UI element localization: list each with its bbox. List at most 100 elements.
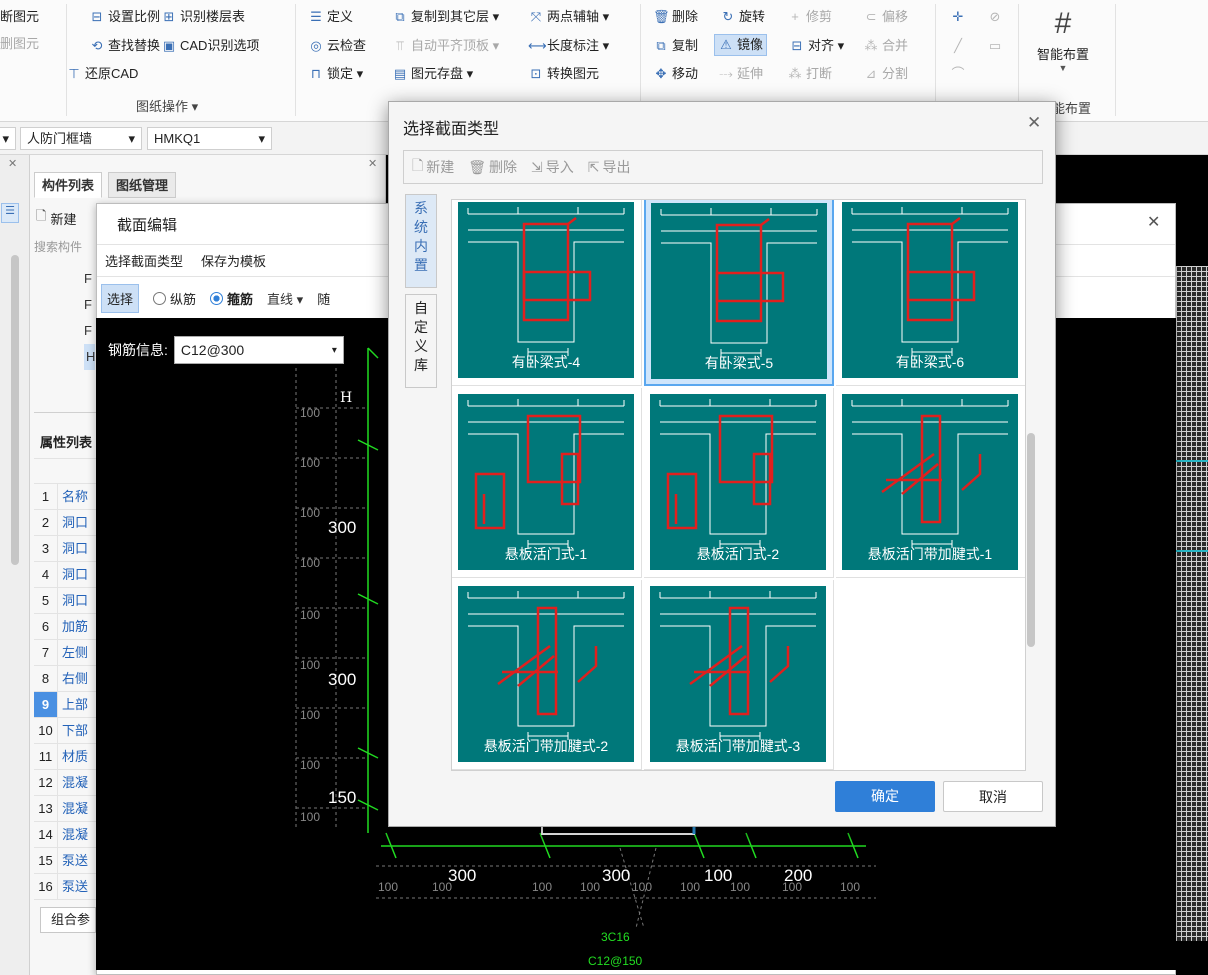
- rect-draw-button[interactable]: ▭: [987, 35, 1003, 57]
- list-view-icon[interactable]: ☰: [1, 203, 19, 223]
- group-label-drawing-ops[interactable]: 图纸操作 ▾: [136, 96, 198, 115]
- restore-cad-button[interactable]: ⊤ 还原CAD: [66, 63, 138, 85]
- line-tool-dropdown[interactable]: 直线 ▾: [267, 289, 303, 308]
- tab-drawing-manage[interactable]: 图纸管理: [108, 172, 177, 198]
- section-type-item[interactable]: 有卧梁式-4: [452, 200, 642, 386]
- cad-options-button[interactable]: ▣ CAD识别选项: [161, 35, 260, 57]
- break-button[interactable]: ⁂ 打断: [787, 63, 833, 85]
- merge-button[interactable]: ⁂ 合并: [863, 35, 909, 57]
- menu-save-template[interactable]: 保存为模板: [201, 245, 266, 276]
- list-item[interactable]: F: [84, 266, 95, 292]
- delete-button[interactable]: 🗑 删除: [468, 157, 517, 177]
- trim-button[interactable]: + 修剪: [787, 6, 832, 28]
- select-tool-button[interactable]: 选择: [101, 284, 140, 313]
- convert-element-button[interactable]: ⊡ 转换图元: [528, 63, 599, 85]
- export-button[interactable]: ⇱ 导出: [588, 157, 631, 177]
- stirrup-radio[interactable]: 箍筋: [210, 289, 253, 308]
- section-type-item[interactable]: 悬板活门带加腱式-2: [452, 580, 642, 770]
- section-type-item[interactable]: 有卧梁式-5: [644, 200, 834, 386]
- combine-params-button[interactable]: 组合参: [40, 907, 96, 933]
- length-dimension-button[interactable]: ⟷ 长度标注 ▾: [528, 35, 609, 57]
- property-row-label: 材质: [62, 749, 89, 764]
- ribbon-item-disconnect[interactable]: 断图元: [0, 6, 39, 28]
- align-button[interactable]: ⊟ 对齐 ▾: [789, 35, 845, 57]
- smart-layout-button[interactable]: # 智能布置 ▼: [1034, 4, 1092, 84]
- ribbon-item-delete-elem[interactable]: 删图元: [0, 33, 39, 55]
- chevron-down-icon: ▼: [1058, 63, 1068, 73]
- define-button[interactable]: ☰ 定义: [308, 6, 353, 28]
- rebar-info-input[interactable]: C12@300 ▾: [173, 336, 344, 364]
- longitudinal-radio[interactable]: 纵筋: [153, 289, 196, 308]
- section-type-item[interactable]: 悬板活门带加腱式-1: [836, 388, 1025, 578]
- copy-to-floor-button[interactable]: ⧉ 复制到其它层 ▾: [392, 6, 499, 28]
- section-type-item[interactable]: 悬板活门式-1: [452, 388, 642, 578]
- property-row[interactable]: 3 洞口: [34, 536, 96, 562]
- split-button[interactable]: ⊿ 分割: [863, 63, 908, 85]
- property-row[interactable]: 12 混凝: [34, 770, 96, 796]
- property-row-label: 洞口: [62, 541, 89, 556]
- close-icon[interactable]: ✕: [8, 157, 17, 170]
- tab-component-list[interactable]: 构件列表: [34, 172, 103, 198]
- circle-button[interactable]: ⊘: [987, 6, 1003, 28]
- property-row[interactable]: 10 下部: [34, 718, 96, 744]
- cad-icon: ▣: [162, 38, 176, 53]
- component-dropdown[interactable]: HMKQ1 ▾: [147, 127, 272, 150]
- rotate-button[interactable]: ↻ 旋转: [720, 6, 765, 28]
- tab-system-builtin[interactable]: 系统内置: [405, 194, 437, 288]
- mirror-button[interactable]: ⚠ 镜像: [714, 34, 768, 56]
- cloud-check-button[interactable]: ◎ 云检查: [308, 35, 366, 57]
- property-row[interactable]: 2 洞口: [34, 510, 96, 536]
- move-button[interactable]: ✥ 移动: [653, 63, 698, 85]
- arc-draw-button[interactable]: ⌒: [950, 63, 966, 85]
- lock-button[interactable]: ⊓ 锁定 ▾: [308, 63, 363, 85]
- find-replace-button[interactable]: ⟲ 查找替换: [89, 35, 160, 57]
- menu-select-section-type[interactable]: 选择截面类型: [105, 245, 183, 276]
- close-icon[interactable]: ✕: [368, 157, 377, 170]
- property-row[interactable]: 6 加筋: [34, 614, 96, 640]
- two-point-axis-button[interactable]: ⤧ 两点辅轴 ▾: [528, 6, 609, 28]
- scrollbar[interactable]: [11, 255, 19, 565]
- offset-button[interactable]: ⊂ 偏移: [863, 6, 908, 28]
- close-icon[interactable]: ✕: [1027, 113, 1041, 133]
- list-item-selected[interactable]: H: [84, 344, 96, 370]
- property-row[interactable]: 1 名称: [34, 484, 96, 510]
- property-row[interactable]: 13 混凝: [34, 796, 96, 822]
- point-button[interactable]: ✛: [950, 6, 966, 28]
- property-row[interactable]: 14 混凝: [34, 822, 96, 848]
- new-component-button[interactable]: 🗋 新建: [36, 207, 76, 229]
- element-storage-button[interactable]: ▤ 图元存盘 ▾: [392, 63, 473, 85]
- new-button[interactable]: 🗋 新建: [412, 155, 454, 179]
- line-draw-button[interactable]: ╱: [950, 35, 966, 57]
- wall-type-dropdown[interactable]: 人防门框墙 ▾: [20, 127, 142, 150]
- type-dropdown[interactable]: ▾: [0, 127, 16, 150]
- property-row[interactable]: 15 泵送: [34, 848, 96, 874]
- list-item[interactable]: F: [84, 318, 95, 344]
- extend-button[interactable]: ⤏ 延伸: [718, 63, 763, 85]
- section-type-item[interactable]: 悬板活门带加腱式-3: [644, 580, 834, 770]
- auto-align-button[interactable]: ⫪ 自动平齐顶板 ▾: [392, 35, 499, 57]
- section-type-item[interactable]: 有卧梁式-6: [836, 200, 1025, 386]
- property-row[interactable]: 9 上部: [34, 692, 96, 718]
- copy-button[interactable]: ⧉ 复制: [653, 35, 698, 57]
- search-input[interactable]: 搜索构件: [34, 236, 96, 258]
- close-icon[interactable]: ✕: [1147, 212, 1160, 232]
- property-row[interactable]: 4 洞口: [34, 562, 96, 588]
- delete-button[interactable]: 🗑 删除: [653, 6, 698, 28]
- cad-small-number: 100: [730, 880, 751, 894]
- property-row[interactable]: 7 左侧: [34, 640, 96, 666]
- property-row[interactable]: 8 右侧: [34, 666, 96, 692]
- section-type-item[interactable]: 悬板活门式-2: [644, 388, 834, 578]
- cancel-button[interactable]: 取消: [943, 781, 1043, 812]
- ok-button[interactable]: 确定: [835, 781, 935, 812]
- grid-scrollbar[interactable]: [1027, 433, 1035, 647]
- property-row[interactable]: 16 泵送: [34, 874, 96, 900]
- tab-custom-library[interactable]: 自定义库: [405, 294, 437, 388]
- set-ratio-button[interactable]: ⊟ 设置比例: [89, 6, 160, 28]
- identify-floor-table-button[interactable]: ⊞ 识别楼层表: [161, 6, 245, 28]
- break-icon: ⁂: [788, 66, 802, 81]
- partial-label[interactable]: 随: [317, 289, 330, 308]
- import-button[interactable]: ⇲ 导入: [531, 157, 574, 177]
- property-row[interactable]: 5 洞口: [34, 588, 96, 614]
- property-row[interactable]: 11 材质: [34, 744, 96, 770]
- list-item[interactable]: F: [84, 292, 95, 318]
